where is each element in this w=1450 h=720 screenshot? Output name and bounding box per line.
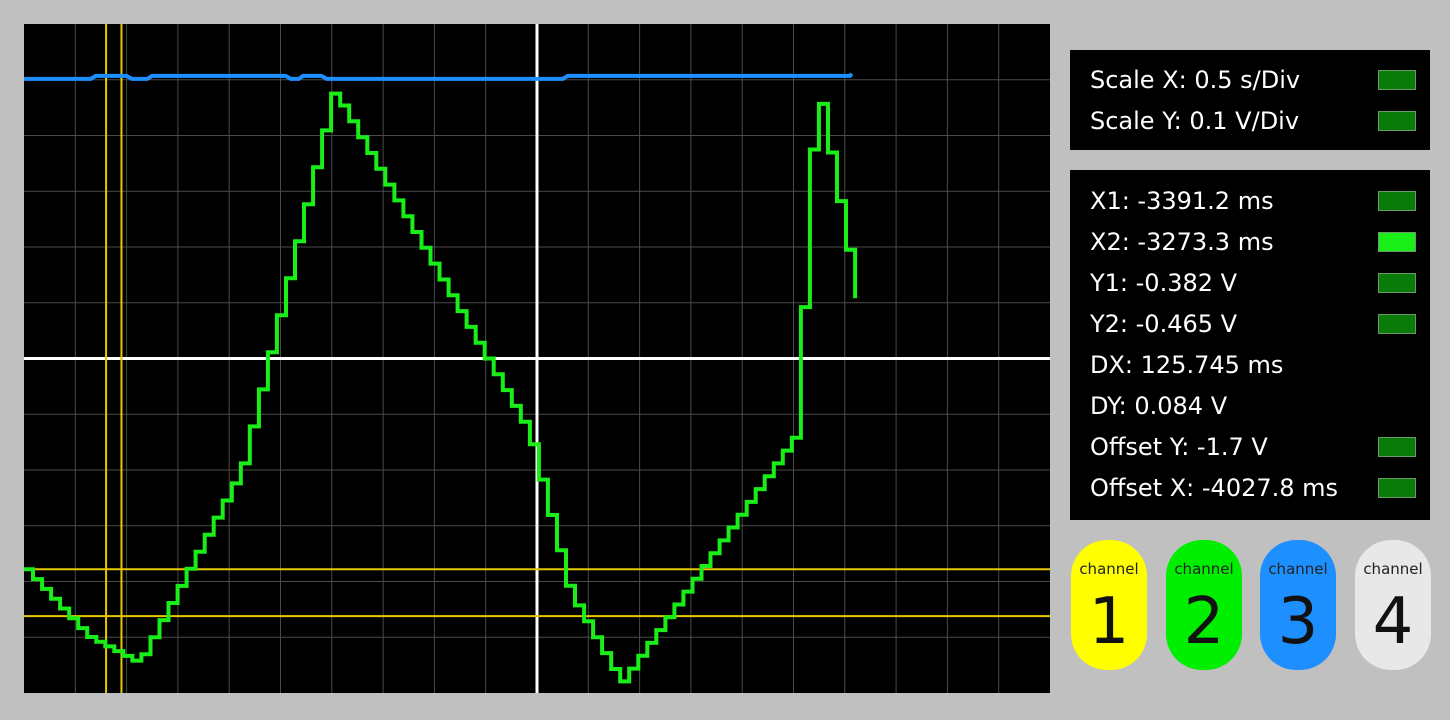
channel-1-label: channel bbox=[1079, 560, 1139, 578]
scale-y-toggle[interactable] bbox=[1378, 111, 1416, 131]
x1-toggle[interactable] bbox=[1378, 191, 1416, 211]
offset-y-toggle[interactable] bbox=[1378, 437, 1416, 457]
readout-x2: X2: -3273.3 ms bbox=[1090, 222, 1418, 262]
scope-traces bbox=[24, 72, 858, 684]
readout-x1-label: X1: -3391.2 ms bbox=[1090, 187, 1274, 215]
scale-x-label: Scale X: 0.5 s/Div bbox=[1090, 66, 1301, 94]
scope-display[interactable] bbox=[24, 24, 1050, 693]
readout-panel: X1: -3391.2 ms X2: -3273.3 ms Y1: -0.382… bbox=[1070, 170, 1430, 520]
scale-x-row: Scale X: 0.5 s/Div bbox=[1090, 60, 1418, 100]
channel-3-button[interactable]: channel 3 bbox=[1260, 540, 1336, 670]
channel-2-label: channel bbox=[1174, 560, 1234, 578]
offset-x-toggle[interactable] bbox=[1378, 478, 1416, 498]
readout-dx-label: DX: 125.745 ms bbox=[1090, 351, 1284, 379]
scale-y-row: Scale Y: 0.1 V/Div bbox=[1090, 101, 1418, 141]
readout-offset-y-label: Offset Y: -1.7 V bbox=[1090, 433, 1268, 461]
scale-x-toggle[interactable] bbox=[1378, 70, 1416, 90]
channel-2-button[interactable]: channel 2 bbox=[1166, 540, 1242, 670]
readout-offset-y: Offset Y: -1.7 V bbox=[1090, 427, 1418, 467]
channel-4-label: channel bbox=[1363, 560, 1423, 578]
channel-1-number: 1 bbox=[1088, 585, 1130, 659]
channel-4-button[interactable]: channel 4 bbox=[1355, 540, 1431, 670]
channel-3-number: 3 bbox=[1277, 585, 1319, 659]
readout-y2-label: Y2: -0.465 V bbox=[1090, 310, 1238, 338]
readout-y2: Y2: -0.465 V bbox=[1090, 304, 1418, 344]
readout-y1: Y1: -0.382 V bbox=[1090, 263, 1418, 303]
readout-dy-label: DY: 0.084 V bbox=[1090, 392, 1228, 420]
readout-x2-label: X2: -3273.3 ms bbox=[1090, 228, 1274, 256]
channel-4-number: 4 bbox=[1372, 585, 1414, 659]
readout-offset-x: Offset X: -4027.8 ms bbox=[1090, 468, 1418, 508]
channel-3-label: channel bbox=[1268, 560, 1328, 578]
readout-offset-x-label: Offset X: -4027.8 ms bbox=[1090, 474, 1339, 502]
channel-3-trace bbox=[24, 72, 854, 81]
channel-2-number: 2 bbox=[1183, 585, 1225, 659]
channel-2-trace bbox=[24, 91, 858, 684]
readout-x1: X1: -3391.2 ms bbox=[1090, 181, 1418, 221]
channel-1-button[interactable]: channel 1 bbox=[1071, 540, 1147, 670]
y2-toggle[interactable] bbox=[1378, 314, 1416, 334]
x2-toggle[interactable] bbox=[1378, 232, 1416, 252]
scale-panel: Scale X: 0.5 s/Div Scale Y: 0.1 V/Div bbox=[1070, 50, 1430, 150]
readout-dx: DX: 125.745 ms bbox=[1090, 345, 1418, 385]
scale-y-label: Scale Y: 0.1 V/Div bbox=[1090, 107, 1300, 135]
y1-toggle[interactable] bbox=[1378, 273, 1416, 293]
readout-dy: DY: 0.084 V bbox=[1090, 386, 1418, 426]
readout-y1-label: Y1: -0.382 V bbox=[1090, 269, 1238, 297]
